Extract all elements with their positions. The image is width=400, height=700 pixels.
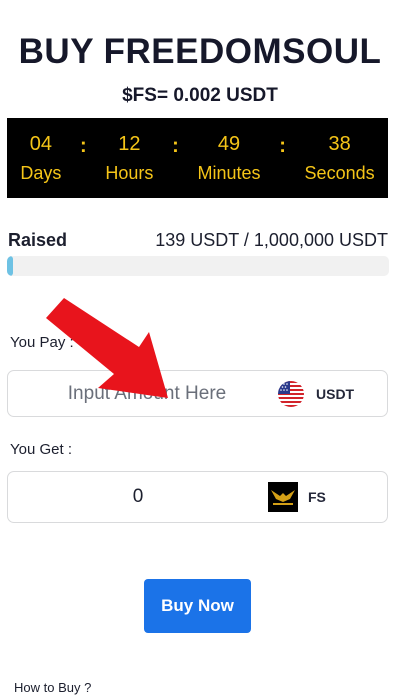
raised-value: 139 USDT / 1,000,000 USDT (155, 230, 388, 250)
freedomsoul-logo-icon (268, 482, 298, 512)
get-currency: FS (268, 482, 326, 512)
you-get-label: You Get : (10, 441, 72, 458)
minutes-value: 49 (217, 133, 241, 155)
raised-row: Raised 139 USDT / 1,000,000 USDT (8, 230, 388, 251)
seconds-value: 38 (328, 133, 351, 155)
how-to-buy-link[interactable]: How to Buy ? (14, 680, 91, 695)
pay-field: USDT (7, 370, 388, 417)
hours-label: Hours (105, 163, 154, 183)
countdown-separator: : (172, 134, 179, 157)
countdown-timer: 04 Days : 12 Hours : 49 Minutes : 38 Sec… (7, 118, 388, 198)
countdown-seconds: 38 Seconds (305, 131, 375, 185)
get-field: FS (7, 471, 388, 523)
token-price: $FS= 0.002 USDT (122, 85, 278, 106)
seconds-label: Seconds (304, 163, 375, 183)
you-pay-label: You Pay : (10, 334, 74, 351)
countdown-separator: : (80, 134, 87, 157)
get-amount-input[interactable] (8, 486, 268, 508)
minutes-label: Minutes (197, 163, 261, 183)
pay-amount-input[interactable] (22, 382, 272, 405)
countdown-hours: 12 Hours (105, 131, 153, 185)
countdown-days: 04 Days (20, 131, 61, 185)
days-label: Days (20, 163, 62, 183)
us-flag-icon (278, 380, 304, 407)
pay-currency[interactable]: USDT (278, 380, 355, 407)
page-title: BUY FREEDOMSOUL (18, 32, 382, 71)
raised-label: Raised (8, 230, 68, 250)
countdown-minutes: 49 Minutes (197, 131, 260, 185)
days-value: 04 (29, 133, 52, 155)
get-currency-label: FS (308, 489, 326, 505)
countdown-separator: : (279, 134, 286, 157)
buy-now-button[interactable]: Buy Now (144, 579, 251, 633)
raise-progress-bar (7, 256, 389, 276)
hours-value: 12 (118, 133, 141, 155)
pay-currency-label: USDT (316, 385, 355, 402)
progress-fill (7, 256, 13, 276)
